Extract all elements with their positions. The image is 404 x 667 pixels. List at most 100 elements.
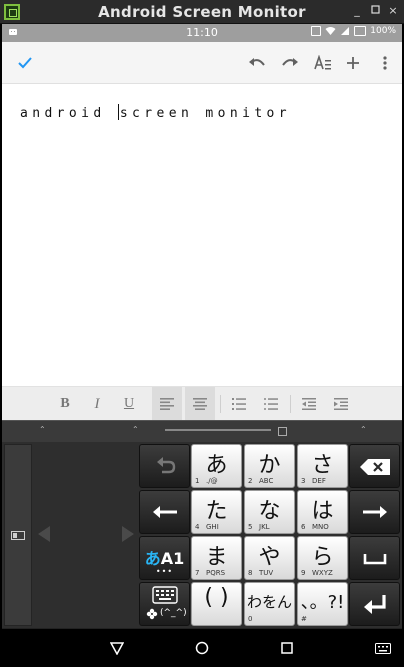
format-bar: B I U	[2, 386, 402, 421]
switch-keyboard-button[interactable]	[374, 639, 392, 657]
text-before-cursor: android	[20, 106, 118, 121]
keyboard-emoji-key[interactable]: (^_^)	[139, 582, 190, 626]
space-key[interactable]	[349, 536, 400, 580]
mode-kana-label: あ	[144, 549, 161, 568]
indent-button[interactable]	[326, 387, 356, 421]
enter-key[interactable]	[349, 582, 400, 626]
editor-toolbar	[2, 42, 402, 84]
maximize-icon	[370, 5, 380, 14]
key-punctuation[interactable]: 、。?! #	[297, 582, 348, 626]
outdent-icon	[302, 398, 316, 410]
key-ya[interactable]: や 8 TUV	[244, 536, 295, 580]
sim-icon	[311, 26, 322, 36]
home-button[interactable]	[193, 639, 211, 657]
navigation-bar	[2, 628, 402, 665]
bullet-list-button[interactable]	[256, 387, 286, 421]
expand-candidates-icon[interactable]: ⌃	[132, 425, 139, 434]
signal-icon	[341, 27, 350, 35]
text-cursor	[117, 104, 119, 120]
cursor-left-arrow-icon	[38, 526, 50, 542]
format-divider	[290, 395, 291, 413]
more-vert-icon	[383, 56, 387, 70]
numbered-list-button[interactable]	[224, 387, 254, 421]
document-text[interactable]: android screen monitor	[20, 104, 291, 121]
redo-button[interactable]	[279, 52, 301, 74]
key-ra[interactable]: ら 9 WXYZ	[297, 536, 348, 580]
text-after-cursor: screen monitor	[119, 106, 292, 121]
key-a[interactable]: あ 1 ./@	[191, 444, 242, 488]
keyboard-close-icon[interactable]	[278, 427, 287, 436]
key-ha[interactable]: は 6 MNO	[297, 490, 348, 534]
flower-icon	[146, 608, 158, 620]
status-icons: 100%	[311, 26, 396, 36]
enter-icon	[364, 595, 386, 614]
mode-dots: •••	[155, 567, 174, 576]
undo-button[interactable]	[246, 52, 268, 74]
done-button[interactable]	[14, 52, 36, 74]
home-circle-icon	[195, 641, 209, 655]
back-triangle-icon	[110, 642, 124, 655]
minimize-button[interactable]: _	[350, 4, 364, 18]
text-format-icon	[314, 55, 331, 70]
format-divider	[220, 395, 221, 413]
cursor-right-key[interactable]	[349, 490, 400, 534]
italic-button[interactable]: I	[82, 387, 112, 421]
keyboard-switch-icon	[375, 642, 391, 654]
key-na[interactable]: な 5 JKL	[244, 490, 295, 534]
window-title: Android Screen Monitor	[98, 3, 306, 21]
key-ta[interactable]: た 4 GHI	[191, 490, 242, 534]
undo-key[interactable]	[139, 444, 190, 488]
bullet-list-icon	[264, 398, 278, 410]
battery-percent: 100%	[370, 26, 396, 36]
check-icon	[18, 57, 32, 69]
expand-keyboard-icon[interactable]: ⌃	[39, 425, 46, 434]
key-ma[interactable]: ま 7 PQRS	[191, 536, 242, 580]
arrow-right-icon	[363, 506, 387, 518]
arrow-left-icon	[153, 506, 177, 518]
align-left-icon	[160, 398, 174, 410]
underline-button[interactable]: U	[114, 387, 144, 421]
mode-alpha-label: A1	[160, 549, 185, 568]
add-icon	[347, 57, 359, 69]
japanese-keyboard: あA1 ••• (^_^) あ 1 ./@ か 2 ABC さ 3 DEF た …	[2, 442, 402, 628]
align-center-button[interactable]	[185, 387, 215, 421]
more-options-button[interactable]	[374, 52, 396, 74]
bold-button[interactable]: B	[50, 387, 80, 421]
key-sa[interactable]: さ 3 DEF	[297, 444, 348, 488]
keyboard-top-strip: ⌃ ⌃ ⌃	[2, 420, 402, 442]
back-button[interactable]	[108, 639, 126, 657]
backspace-key[interactable]	[349, 444, 400, 488]
cursor-right-arrow-icon	[122, 526, 134, 542]
keyboard-layout-icon	[11, 531, 25, 540]
key-ka[interactable]: か 2 ABC	[244, 444, 295, 488]
key-wa[interactable]: わをん 0	[244, 582, 295, 626]
maximize-button[interactable]	[368, 4, 382, 18]
close-window-button[interactable]: ×	[386, 4, 400, 18]
numbered-list-icon	[232, 398, 246, 410]
keyboard-icon	[152, 586, 178, 604]
mode-switch-key[interactable]: あA1 •••	[139, 536, 190, 580]
recents-button[interactable]	[278, 639, 296, 657]
emoticon-label: (^_^)	[160, 608, 187, 618]
document-editor[interactable]: android screen monitor	[2, 84, 402, 386]
expand-right-icon[interactable]: ⌃	[360, 425, 367, 434]
recents-square-icon	[281, 642, 293, 654]
redo-icon	[282, 58, 298, 66]
cursor-trackpad[interactable]	[34, 442, 138, 628]
add-button[interactable]	[342, 52, 364, 74]
outdent-button[interactable]	[294, 387, 324, 421]
wifi-icon	[325, 27, 336, 35]
align-center-icon	[193, 398, 207, 410]
key-parentheses[interactable]: ( )	[191, 582, 242, 626]
cursor-left-key[interactable]	[139, 490, 190, 534]
backspace-icon	[360, 459, 390, 475]
align-left-button[interactable]	[152, 387, 182, 421]
indent-icon	[334, 398, 348, 410]
keyboard-side-panel[interactable]	[4, 444, 32, 626]
keyboard-drag-handle[interactable]	[165, 429, 271, 431]
text-format-button[interactable]	[312, 52, 334, 74]
space-icon	[363, 554, 387, 565]
window-titlebar: Android Screen Monitor _ ×	[0, 0, 404, 24]
battery-icon	[354, 26, 367, 36]
status-bar: 11:10 100%	[2, 24, 402, 42]
